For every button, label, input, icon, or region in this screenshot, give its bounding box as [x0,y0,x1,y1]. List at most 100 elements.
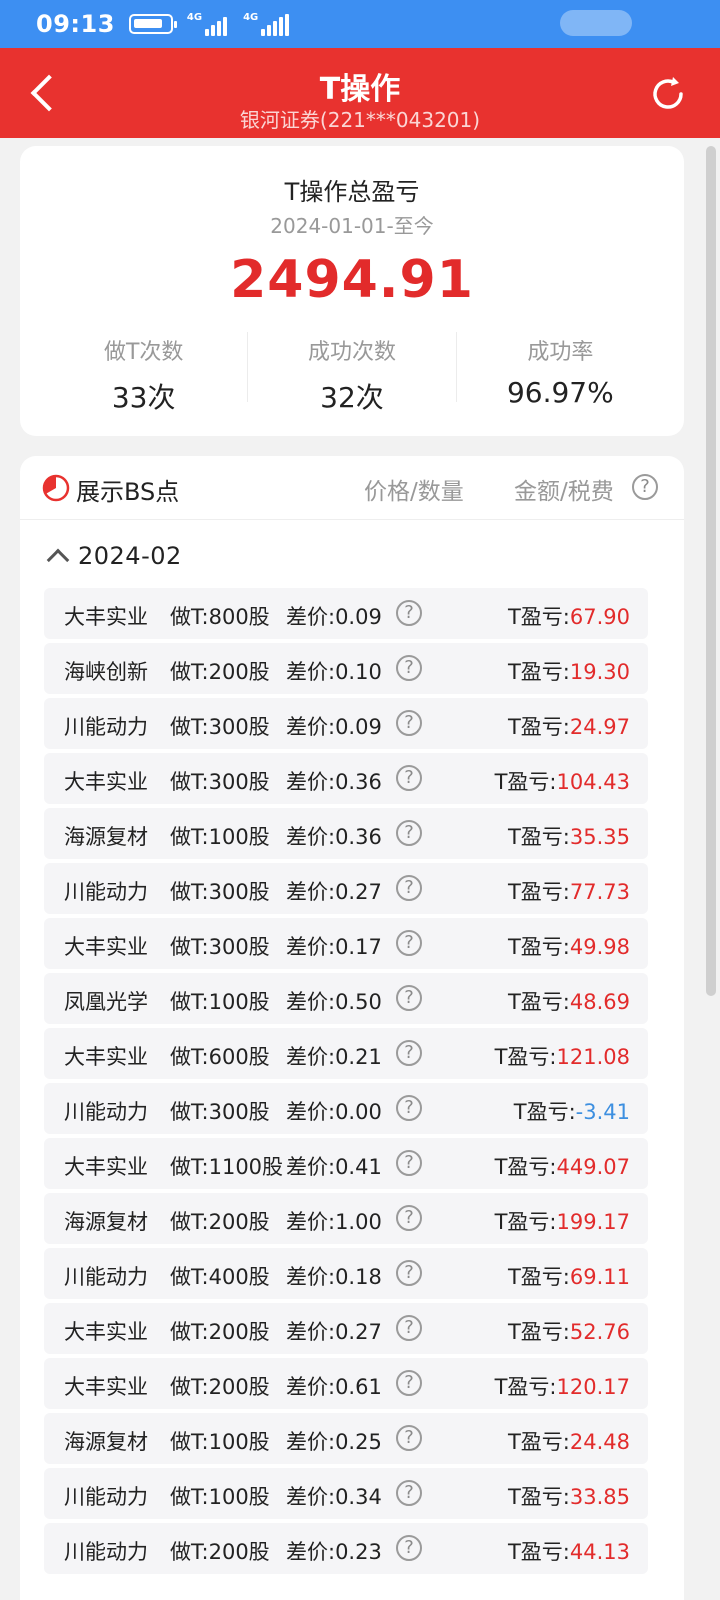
stock-name: 海源复材 [64,1430,148,1454]
profit-value: 44.13 [569,1540,630,1564]
profit-label: T盈亏: [507,935,570,959]
price-difference: 差价:0.18 [286,1265,382,1289]
help-icon[interactable]: ? [396,1150,422,1176]
price-difference: 差价:0.23 [286,1540,382,1564]
stat-label: 做T次数 [103,340,184,365]
stat-trades: 做T次数 33次 [40,332,247,414]
summary-period: 2024-01-01-至今 [270,214,434,238]
month-group-header[interactable]: 2024-02 [42,536,182,576]
profit-value: -3.41 [575,1100,630,1124]
stock-name: 海峡创新 [64,660,148,684]
trade-profit: T盈亏:52.76 [508,1316,630,1346]
network-type-2: 4G [243,12,259,23]
stock-name: 川能动力 [64,1265,148,1289]
help-icon[interactable]: ? [396,1095,422,1121]
profit-value: 48.69 [569,990,630,1014]
trade-profit: T盈亏:67.90 [508,601,630,631]
trade-row[interactable]: 川能动力 做T:300股 差价:0.09 ? T盈亏:24.97 [44,698,648,749]
help-icon[interactable]: ? [396,1535,422,1561]
help-icon[interactable]: ? [396,875,422,901]
profit-value: 52.76 [569,1320,630,1344]
trade-row[interactable]: 大丰实业 做T:300股 差价:0.36 ? T盈亏:104.43 [44,753,648,804]
profit-label: T盈亏: [507,715,570,739]
profit-label: T盈亏: [507,990,570,1014]
help-icon[interactable]: ? [396,1315,422,1341]
network-type: 4G [186,12,203,23]
trade-quantity: 做T:300股 [170,880,270,904]
trade-row[interactable]: 大丰实业 做T:200股 差价:0.27 ? T盈亏:52.76 [44,1303,648,1354]
trade-row[interactable]: 大丰实业 做T:1100股 差价:0.41 ? T盈亏:449.07 [44,1138,648,1189]
trade-quantity: 做T:200股 [170,1540,270,1564]
help-icon[interactable]: ? [396,600,422,626]
status-bar: 09:13 4G 4G [0,0,720,48]
trade-row[interactable]: 大丰实业 做T:600股 差价:0.21 ? T盈亏:121.08 [44,1028,648,1079]
profit-value: 69.11 [569,1265,630,1289]
trade-row[interactable]: 海源复材 做T:100股 差价:0.25 ? T盈亏:24.48 [44,1413,648,1464]
price-difference: 差价:0.09 [286,605,382,629]
trade-row[interactable]: 川能动力 做T:400股 差价:0.18 ? T盈亏:69.11 [44,1248,648,1299]
help-icon[interactable]: ? [396,1260,422,1286]
trade-row[interactable]: 川能动力 做T:300股 差价:0.00 ? T盈亏:-3.41 [44,1083,648,1134]
column-price-qty[interactable]: 价格/数量 [364,472,464,506]
trade-profit: T盈亏:24.97 [508,711,630,741]
price-difference: 差价:0.27 [286,880,382,904]
trade-row[interactable]: 大丰实业 做T:300股 差价:0.17 ? T盈亏:49.98 [44,918,648,969]
help-icon[interactable]: ? [396,820,422,846]
price-difference: 差价:0.00 [286,1100,382,1124]
total-profit: 2494.91 [230,250,474,310]
trade-row[interactable]: 海源复材 做T:100股 差价:0.36 ? T盈亏:35.35 [44,808,648,859]
price-difference: 差价:0.50 [286,990,382,1014]
help-icon[interactable]: ? [632,474,658,500]
help-icon[interactable]: ? [396,930,422,956]
profit-value: 120.17 [556,1375,630,1399]
stock-name: 川能动力 [64,1485,148,1509]
help-icon[interactable]: ? [396,1370,422,1396]
trade-row[interactable]: 凤凰光学 做T:100股 差价:0.50 ? T盈亏:48.69 [44,973,648,1024]
trade-profit: T盈亏:449.07 [495,1151,630,1181]
trade-row[interactable]: 海峡创新 做T:200股 差价:0.10 ? T盈亏:19.30 [44,643,648,694]
trade-row[interactable]: 海源复材 做T:200股 差价:1.00 ? T盈亏:199.17 [44,1193,648,1244]
stat-value: 96.97% [506,376,614,409]
trade-quantity: 做T:200股 [170,1210,270,1234]
scrollbar[interactable] [706,146,716,996]
help-icon[interactable]: ? [396,655,422,681]
stock-name: 海源复材 [64,1210,148,1234]
trade-row[interactable]: 川能动力 做T:200股 差价:0.23 ? T盈亏:44.13 [44,1523,648,1574]
profit-label: T盈亏: [494,770,557,794]
help-icon[interactable]: ? [396,1040,422,1066]
trade-row[interactable]: 川能动力 做T:100股 差价:0.34 ? T盈亏:33.85 [44,1468,648,1519]
help-icon[interactable]: ? [396,1205,422,1231]
month-label: 2024-02 [78,542,182,570]
trade-row[interactable]: 川能动力 做T:300股 差价:0.27 ? T盈亏:77.73 [44,863,648,914]
trade-row[interactable]: 大丰实业 做T:800股 差价:0.09 ? T盈亏:67.90 [44,588,648,639]
help-icon[interactable]: ? [396,710,422,736]
show-bs-toggle[interactable]: 展示BS点 [76,472,179,507]
stock-name: 大丰实业 [64,1045,148,1069]
help-icon[interactable]: ? [396,1425,422,1451]
trade-profit: T盈亏:77.73 [508,876,630,906]
column-amount-fee[interactable]: 金额/税费 [514,472,614,506]
trade-quantity: 做T:300股 [170,1100,270,1124]
trade-profit: T盈亏:24.48 [508,1426,630,1456]
profit-label: T盈亏: [513,1100,576,1124]
help-icon[interactable]: ? [396,765,422,791]
price-difference: 差价:0.34 [286,1485,382,1509]
trade-profit: T盈亏:44.13 [508,1536,630,1566]
profit-label: T盈亏: [507,605,570,629]
price-difference: 差价:0.36 [286,825,382,849]
profit-label: T盈亏: [507,1485,570,1509]
trade-row[interactable]: 大丰实业 做T:200股 差价:0.61 ? T盈亏:120.17 [44,1358,648,1409]
stock-name: 川能动力 [64,1100,148,1124]
refresh-button[interactable] [648,74,688,114]
help-icon[interactable]: ? [396,1480,422,1506]
signal-icon: 4G [187,12,229,36]
stock-name: 大丰实业 [64,1375,148,1399]
price-difference: 差价:0.36 [286,770,382,794]
trade-profit: T盈亏:69.11 [508,1261,630,1291]
trade-quantity: 做T:300股 [170,935,270,959]
stock-name: 川能动力 [64,880,148,904]
help-icon[interactable]: ? [396,985,422,1011]
price-difference: 差价:0.61 [286,1375,382,1399]
profit-value: 121.08 [556,1045,630,1069]
bs-toggle-icon[interactable] [42,474,70,502]
